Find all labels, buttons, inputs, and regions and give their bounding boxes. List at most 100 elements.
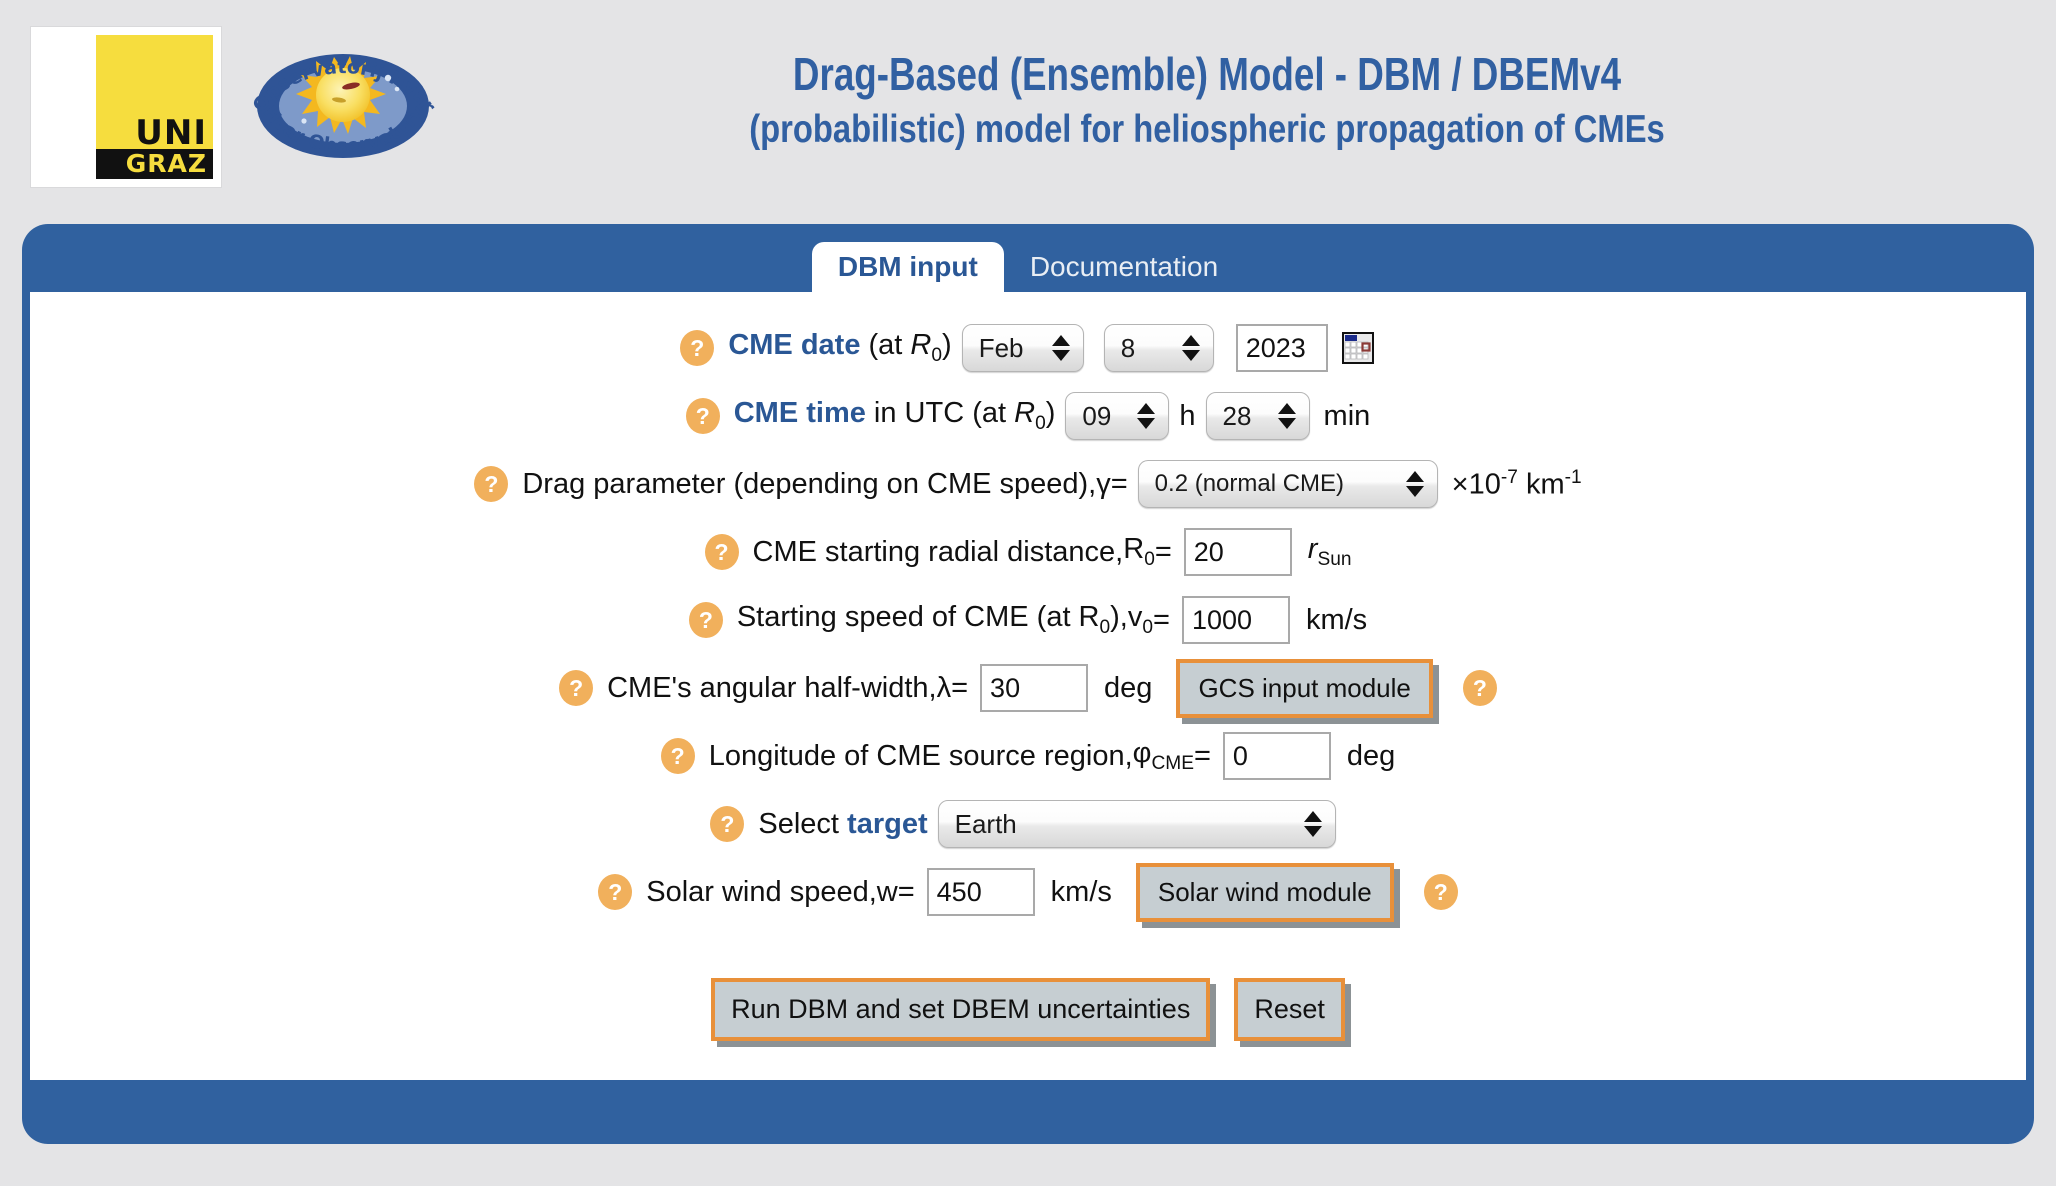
label-drag-parameter: Drag parameter (depending on CME speed), xyxy=(522,467,1097,500)
equals-half-width: = xyxy=(951,671,969,704)
unigraz-graz-text: GRAZ xyxy=(125,149,207,178)
symbol-lambda: λ xyxy=(936,671,952,704)
label-cme-date-rest: (at R0) xyxy=(860,329,952,366)
calendar-icon[interactable] xyxy=(1340,330,1376,366)
select-month-arrows xyxy=(1051,325,1070,371)
symbol-v0: v0 xyxy=(1127,601,1153,638)
label-half-width: CME's angular half-width, xyxy=(607,671,937,704)
unit-hour: h xyxy=(1179,399,1196,432)
hvar-observatory-logo: Opservatorij Hvar Hvar Observatory xyxy=(238,26,448,186)
select-target-arrows xyxy=(1303,801,1322,847)
unit-drag-parameter: ×10-7 km-1 xyxy=(1451,466,1582,501)
unit-half-width: deg xyxy=(1104,671,1153,704)
input-solar-wind[interactable] xyxy=(926,868,1035,916)
symbol-phi-cme: φCME xyxy=(1132,737,1194,774)
label-v0: Starting speed of CME (at R0), xyxy=(736,601,1128,638)
row-v0: ? Starting speed of CME (at R0), v0 = km… xyxy=(30,586,2026,654)
page-title-block: Drag-Based (Ensemble) Model - DBM / DBEM… xyxy=(448,0,2056,156)
select-drag-parameter-value: 0.2 (normal CME) xyxy=(1154,470,1345,497)
label-r0: CME starting radial distance, xyxy=(752,535,1124,568)
symbol-w: w xyxy=(876,875,898,908)
page-subtitle: (probabilistic) model for heliospheric p… xyxy=(749,107,1665,151)
input-half-width[interactable] xyxy=(980,664,1089,712)
action-buttons: Run DBM and set DBEM uncertainties Reset xyxy=(30,978,2026,1041)
form-rows: ? CME date (at R0) Feb 8 2023 ? CME time… xyxy=(30,292,2026,1041)
tab-dbm-input[interactable]: DBM input xyxy=(811,242,1004,292)
select-hour-arrows xyxy=(1137,393,1156,439)
help-icon-v0[interactable]: ? xyxy=(688,602,723,638)
help-icon-r0[interactable]: ? xyxy=(704,534,739,570)
row-solar-wind: ? Solar wind speed, w = km/s Solar wind … xyxy=(30,858,2026,926)
unit-v0: km/s xyxy=(1305,603,1368,636)
row-longitude: ? Longitude of CME source region, φCME =… xyxy=(30,722,2026,790)
main-panel: DBM input Documentation ? CME date (at R… xyxy=(22,224,2034,1144)
tab-documentation[interactable]: Documentation xyxy=(1004,242,1244,292)
equals-v0: = xyxy=(1153,603,1170,636)
select-drag-parameter-arrows xyxy=(1405,461,1424,507)
label-longitude: Longitude of CME source region, xyxy=(708,739,1133,772)
page-title: Drag-Based (Ensemble) Model - DBM / DBEM… xyxy=(792,48,1622,100)
unit-r0: rSun xyxy=(1307,533,1352,570)
tab-bar: DBM input Documentation xyxy=(22,224,2034,292)
select-minute[interactable]: 28 xyxy=(1205,392,1310,440)
select-month[interactable]: Feb xyxy=(961,324,1084,372)
select-month-value: Feb xyxy=(978,332,1024,363)
select-hour-value: 09 xyxy=(1082,400,1112,431)
help-icon-cme-time[interactable]: ? xyxy=(685,398,720,434)
symbol-r0: R0 xyxy=(1123,533,1155,570)
help-icon-gcs-module[interactable]: ? xyxy=(1462,670,1497,706)
select-day-arrows xyxy=(1181,325,1200,371)
unit-minute: min xyxy=(1323,399,1371,432)
label-cme-date-bold: CME date xyxy=(728,329,861,362)
run-dbm-button[interactable]: Run DBM and set DBEM uncertainties xyxy=(711,978,1211,1041)
label-solar-wind: Solar wind speed, xyxy=(646,875,877,908)
input-longitude[interactable] xyxy=(1222,732,1331,780)
reset-button[interactable]: Reset xyxy=(1234,978,1345,1041)
select-minute-arrows xyxy=(1277,393,1296,439)
equals-solar-wind: = xyxy=(897,875,915,908)
row-r0: ? CME starting radial distance, R0 = rSu… xyxy=(30,518,2026,586)
help-icon-target[interactable]: ? xyxy=(710,806,745,842)
select-minute-value: 28 xyxy=(1222,400,1252,431)
row-drag-parameter: ? Drag parameter (depending on CME speed… xyxy=(30,450,2026,518)
select-day-value: 8 xyxy=(1120,332,1136,363)
gcs-input-module-button[interactable]: GCS input module xyxy=(1176,658,1433,718)
label-target: Select target xyxy=(758,807,928,840)
select-drag-parameter[interactable]: 0.2 (normal CME) xyxy=(1137,460,1438,508)
row-cme-date: ? CME date (at R0) Feb 8 xyxy=(30,314,2026,382)
unit-solar-wind: km/s xyxy=(1050,875,1112,908)
label-cme-time: CME time in UTC (at R0) xyxy=(734,397,1056,435)
form-card: ? CME date (at R0) Feb 8 2023 ? CME time… xyxy=(30,292,2026,1080)
equals-longitude: = xyxy=(1193,739,1211,772)
row-cme-time: ? CME time in UTC (at R0) 09 h 28 min xyxy=(30,382,2026,450)
unigraz-white-band xyxy=(39,35,97,179)
input-v0[interactable] xyxy=(1181,596,1290,644)
help-icon-longitude[interactable]: ? xyxy=(660,738,695,774)
unigraz-yellow-band: UNI GRAZ xyxy=(96,35,213,179)
row-half-width: ? CME's angular half-width, λ = deg GCS … xyxy=(30,654,2026,722)
select-hour[interactable]: 09 xyxy=(1065,392,1170,440)
select-target[interactable]: Earth xyxy=(937,800,1336,848)
logo-group: UNI GRAZ Opservatorij Hvar Hvar Observat… xyxy=(0,0,448,188)
select-target-value: Earth xyxy=(954,808,1017,839)
equals-drag-parameter: = xyxy=(1110,467,1128,500)
label-cme-time-bold: CME time xyxy=(733,397,866,430)
page-header: UNI GRAZ Opservatorij Hvar Hvar Observat… xyxy=(0,0,2056,212)
symbol-gamma: γ xyxy=(1096,467,1111,500)
help-icon-solar-wind[interactable]: ? xyxy=(598,874,633,910)
label-cme-time-rest: in UTC (at R0) xyxy=(865,397,1056,434)
input-r0[interactable] xyxy=(1183,528,1292,576)
help-icon-cme-date[interactable]: ? xyxy=(680,330,715,366)
unigraz-uni-text: UNI xyxy=(135,112,207,153)
help-icon-solar-wind-module[interactable]: ? xyxy=(1423,874,1458,910)
unigraz-logo: UNI GRAZ xyxy=(30,26,222,188)
input-year[interactable] xyxy=(1235,324,1328,372)
help-icon-drag-parameter[interactable]: ? xyxy=(474,466,509,502)
equals-r0: = xyxy=(1154,535,1172,568)
label-cme-date: CME date (at R0) xyxy=(728,329,951,367)
help-icon-half-width[interactable]: ? xyxy=(559,670,594,706)
select-day[interactable]: 8 xyxy=(1103,324,1214,372)
row-target: ? Select target Earth xyxy=(30,790,2026,858)
solar-wind-module-button[interactable]: Solar wind module xyxy=(1135,862,1394,922)
unit-longitude: deg xyxy=(1346,739,1396,772)
